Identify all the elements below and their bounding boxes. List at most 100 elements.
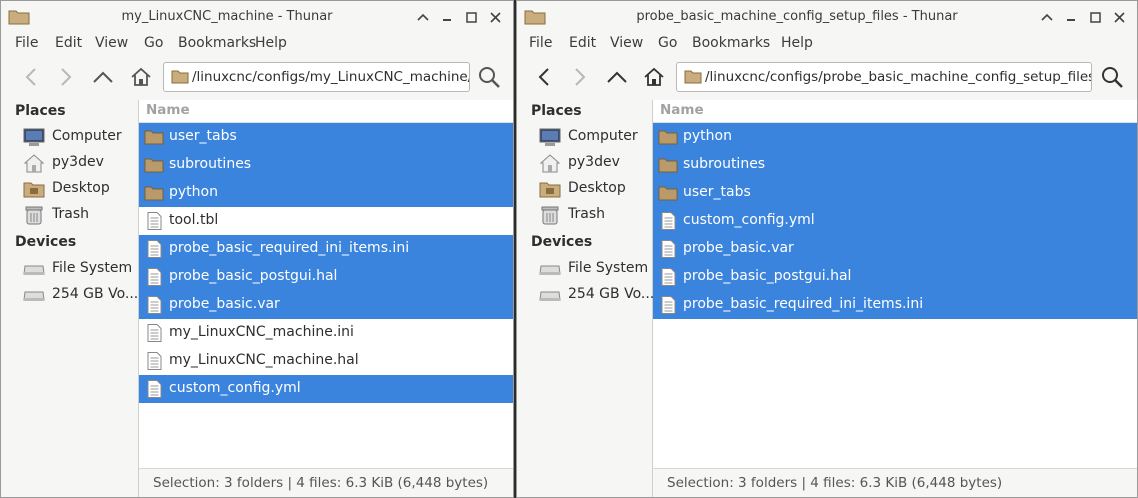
back-button[interactable] — [529, 62, 559, 92]
home-button[interactable] — [639, 62, 669, 92]
chevron-up-icon — [417, 13, 429, 21]
thunar-window-right[interactable]: probe_basic_machine_config_setup_files -… — [516, 0, 1138, 498]
back-button[interactable] — [16, 62, 46, 92]
folder-icon — [684, 70, 702, 84]
window-minimize-button[interactable] — [1061, 7, 1081, 27]
thunar-window-left[interactable]: my_LinuxCNC_machine - Thunar File Edit V… — [0, 0, 514, 498]
drive-icon — [539, 265, 561, 275]
file-row[interactable]: custom_config.yml — [139, 375, 513, 403]
forward-button[interactable] — [51, 62, 81, 92]
file-row[interactable]: probe_basic.var — [139, 291, 513, 319]
file-name: tool.tbl — [169, 212, 219, 228]
location-bar[interactable]: /linuxcnc/configs/my_LinuxCNC_machine/ — [163, 62, 470, 92]
menu-bookmarks[interactable]: Bookmarks — [178, 35, 256, 51]
window-minimize-button[interactable] — [437, 7, 457, 27]
parent-folder-button[interactable] — [88, 62, 118, 92]
sidebar-item-volume[interactable]: 254 GB Vo... — [23, 283, 139, 307]
sidebar-item-desktop[interactable]: Desktop — [23, 177, 137, 201]
file-list[interactable]: Name user_tabs subroutines python tool.tbl p… — [139, 100, 513, 469]
menu-go[interactable]: Go — [658, 35, 677, 51]
file-name: custom_config.yml — [683, 212, 815, 228]
file-row[interactable]: my_LinuxCNC_machine.hal — [139, 347, 513, 375]
sidebar-item-computer[interactable]: Computer — [23, 125, 137, 149]
sidebar-item-label: 254 GB Vo... — [568, 286, 655, 302]
parent-folder-button[interactable] — [602, 62, 632, 92]
status-bar: Selection: 3 folders | 4 files: 6.3 KiB … — [139, 468, 513, 497]
file-list[interactable]: Name python subroutines user_tabs custom_co… — [653, 100, 1137, 469]
file-row[interactable]: probe_basic.var — [653, 235, 1137, 263]
window-restore-button[interactable] — [461, 7, 481, 27]
folder-app-icon — [8, 10, 30, 25]
menu-view[interactable]: View — [95, 35, 128, 51]
close-icon — [1113, 11, 1125, 23]
close-icon — [489, 11, 501, 23]
window-close-button[interactable] — [485, 7, 505, 27]
folder-icon — [144, 130, 164, 145]
sidebar-item-label: Trash — [52, 206, 89, 222]
title-bar[interactable]: my_LinuxCNC_machine - Thunar — [1, 1, 513, 33]
file-name: custom_config.yml — [169, 380, 301, 396]
sidebar-item-label: 254 GB Vo... — [52, 286, 139, 302]
sidebar-item-label: py3dev — [568, 154, 620, 170]
trash-icon — [541, 206, 559, 225]
sidebar-item-home[interactable]: py3dev — [539, 151, 653, 175]
forward-button[interactable] — [565, 62, 595, 92]
title-bar[interactable]: probe_basic_machine_config_setup_files -… — [517, 1, 1137, 33]
file-name: python — [683, 128, 732, 144]
forward-arrow-icon — [575, 68, 586, 86]
file-row[interactable]: tool.tbl — [139, 207, 513, 235]
home-icon — [644, 67, 664, 86]
window-maximize-button[interactable] — [413, 7, 433, 27]
home-button[interactable] — [126, 62, 156, 92]
sidebar-item-trash[interactable]: Trash — [539, 203, 653, 227]
column-header-name[interactable]: Name — [653, 100, 1137, 123]
file-row[interactable]: subroutines — [139, 151, 513, 179]
minimize-icon — [1067, 19, 1075, 21]
text-file-icon — [147, 268, 162, 286]
up-arrow-icon — [93, 71, 113, 83]
file-row[interactable]: user_tabs — [653, 179, 1137, 207]
sidebar-item-home[interactable]: py3dev — [23, 151, 137, 175]
window-restore-button[interactable] — [1085, 7, 1105, 27]
menu-bookmarks[interactable]: Bookmarks — [692, 35, 770, 51]
file-row[interactable]: user_tabs — [139, 123, 513, 151]
file-row[interactable]: probe_basic_postgui.hal — [139, 263, 513, 291]
menu-view[interactable]: View — [610, 35, 643, 51]
location-bar[interactable]: /linuxcnc/configs/probe_basic_machine_co… — [676, 62, 1092, 92]
menu-help[interactable]: Help — [781, 35, 813, 51]
search-button[interactable] — [474, 62, 504, 92]
status-bar: Selection: 3 folders | 4 files: 6.3 KiB … — [653, 468, 1137, 497]
file-row[interactable]: probe_basic_required_ini_items.ini — [653, 291, 1137, 319]
window-close-button[interactable] — [1109, 7, 1129, 27]
sidebar-item-desktop[interactable]: Desktop — [539, 177, 653, 201]
file-row[interactable]: subroutines — [653, 151, 1137, 179]
file-name: user_tabs — [169, 128, 237, 144]
menu-go[interactable]: Go — [144, 35, 163, 51]
window-maximize-button[interactable] — [1037, 7, 1057, 27]
sidebar-item-file-system[interactable]: File System — [23, 257, 137, 281]
search-button[interactable] — [1097, 62, 1127, 92]
menu-edit[interactable]: Edit — [569, 35, 596, 51]
file-row[interactable]: probe_basic_required_ini_items.ini — [139, 235, 513, 263]
sidebar-item-trash[interactable]: Trash — [23, 203, 137, 227]
file-name: python — [169, 184, 218, 200]
places-heading: Places — [15, 103, 66, 119]
sidebar-item-file-system[interactable]: File System — [539, 257, 653, 281]
sidebar-item-computer[interactable]: Computer — [539, 125, 653, 149]
devices-heading: Devices — [15, 234, 77, 250]
menu-edit[interactable]: Edit — [55, 35, 82, 51]
menu-help[interactable]: Help — [255, 35, 287, 51]
menu-file[interactable]: File — [15, 35, 38, 51]
column-header-name[interactable]: Name — [139, 100, 513, 123]
file-row[interactable]: python — [653, 123, 1137, 151]
menu-file[interactable]: File — [529, 35, 552, 51]
file-row[interactable]: python — [139, 179, 513, 207]
sidebar-item-volume[interactable]: 254 GB Vo... — [539, 283, 655, 307]
search-icon — [1102, 67, 1123, 88]
file-row[interactable]: my_LinuxCNC_machine.ini — [139, 319, 513, 347]
chevron-up-icon — [1041, 13, 1053, 21]
file-name: user_tabs — [683, 184, 751, 200]
minimize-icon — [443, 19, 451, 21]
file-row[interactable]: custom_config.yml — [653, 207, 1137, 235]
file-row[interactable]: probe_basic_postgui.hal — [653, 263, 1137, 291]
